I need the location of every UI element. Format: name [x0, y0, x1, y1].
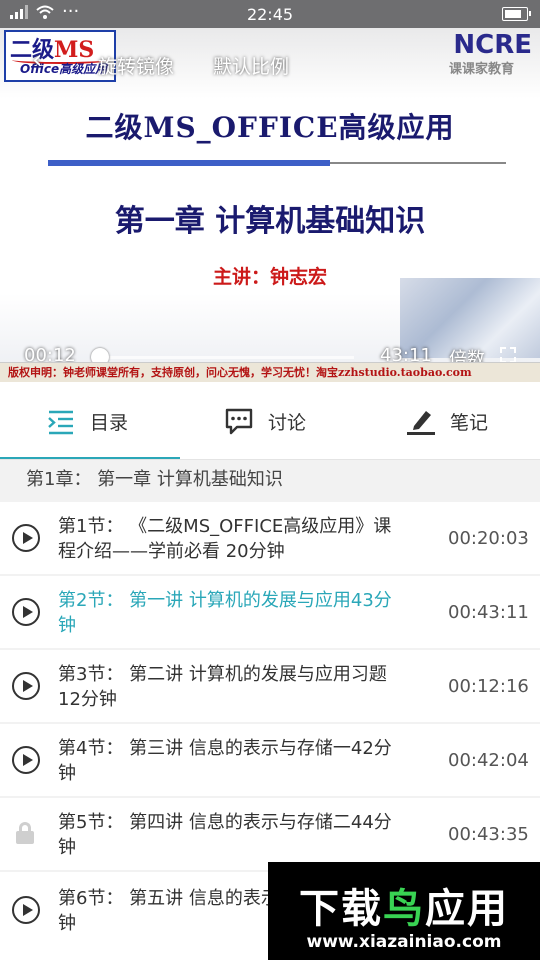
status-bar: ··· 22:45	[0, 0, 540, 28]
back-button[interactable]: ‹	[32, 47, 56, 73]
lesson-title: 第1节： 《二级MS_OFFICE高级应用》课程介绍——学前必看 20分钟	[58, 516, 392, 562]
tab-catalog-label: 目录	[90, 411, 129, 434]
lesson-duration: 00:12:16	[448, 676, 529, 697]
banner-text-a: 下载	[299, 886, 383, 932]
app-screen: ··· 22:45 二级MS Office高级应用 NCRE 课课家教育 ‹ 旋…	[0, 0, 540, 960]
banner-text-b: 鸟	[383, 886, 425, 932]
slide-divider-blue	[48, 160, 330, 166]
copyright-strip: 版权申明：钟老师课堂所有，支持原创，问心无愧，学习无忧！淘宝zzhstudio.…	[0, 362, 540, 382]
lesson-duration: 00:43:35	[448, 824, 529, 845]
tab-bar: 目录 讨论 笔记	[0, 382, 540, 460]
tab-discussion[interactable]: 讨论	[224, 382, 306, 460]
pen-icon	[407, 411, 435, 435]
lesson-item-1[interactable]: 第1节： 《二级MS_OFFICE高级应用》课程介绍——学前必看 20分钟 00…	[0, 502, 540, 574]
active-tab-indicator	[0, 457, 180, 459]
fullscreen-icon[interactable]	[500, 347, 516, 363]
chapter-header: 第1章： 第一章 计算机基础知识	[0, 460, 540, 500]
slide-title: 二级MS_OFFICE高级应用	[85, 111, 455, 144]
video-player[interactable]: 二级MS Office高级应用 NCRE 课课家教育 ‹ 旋转镜像 默认比例 二…	[0, 28, 540, 382]
seek-bar[interactable]	[91, 348, 354, 366]
catalog-icon	[48, 410, 73, 435]
play-icon	[12, 598, 40, 626]
play-icon	[12, 672, 40, 700]
lock-icon	[16, 822, 34, 844]
lesson-title: 第3节： 第二讲 计算机的发展与应用习题 12分钟	[58, 664, 387, 710]
tab-notes[interactable]: 笔记	[406, 382, 488, 460]
battery-icon	[502, 7, 531, 21]
video-topbar: ‹ 旋转镜像 默认比例	[0, 28, 540, 98]
lesson-title: 第5节： 第四讲 信息的表示与存储二44分钟	[58, 812, 392, 858]
tab-catalog[interactable]: 目录	[46, 382, 128, 460]
lesson-item-3[interactable]: 第3节： 第二讲 计算机的发展与应用习题 12分钟 00:12:16	[0, 650, 540, 722]
rotate-mirror-button[interactable]: 旋转镜像	[98, 52, 174, 79]
tab-notes-label: 笔记	[450, 411, 489, 434]
lesson-title: 第4节： 第三讲 信息的表示与存储一42分钟	[58, 738, 392, 784]
play-icon	[12, 896, 40, 924]
slide-divider-gray	[330, 162, 506, 164]
lesson-item-2[interactable]: 第2节： 第一讲 计算机的发展与应用43分钟 00:43:11	[0, 576, 540, 648]
banner-text-c: 应用	[425, 886, 509, 932]
lesson-title: 第2节： 第一讲 计算机的发展与应用43分钟	[58, 590, 392, 636]
status-time: 22:45	[246, 5, 294, 24]
aspect-ratio-button[interactable]: 默认比例	[213, 52, 289, 79]
lesson-duration: 00:43:11	[448, 602, 529, 623]
banner-title: 下载鸟应用	[268, 876, 540, 934]
play-icon	[12, 524, 40, 552]
slide-chapter: 第一章 计算机基础知识	[114, 204, 426, 239]
lesson-duration: 00:42:04	[448, 750, 529, 771]
download-site-banner: 下载鸟应用 www.xiazainiao.com	[268, 862, 540, 960]
lesson-item-4[interactable]: 第4节： 第三讲 信息的表示与存储一42分钟 00:42:04	[0, 724, 540, 796]
play-icon	[12, 746, 40, 774]
chat-icon	[225, 408, 253, 435]
banner-url: www.xiazainiao.com	[306, 932, 502, 952]
tab-discussion-label: 讨论	[268, 411, 307, 434]
lesson-duration: 00:20:03	[448, 528, 529, 549]
lesson-item-5[interactable]: 第5节： 第四讲 信息的表示与存储二44分钟 00:43:35	[0, 798, 540, 870]
